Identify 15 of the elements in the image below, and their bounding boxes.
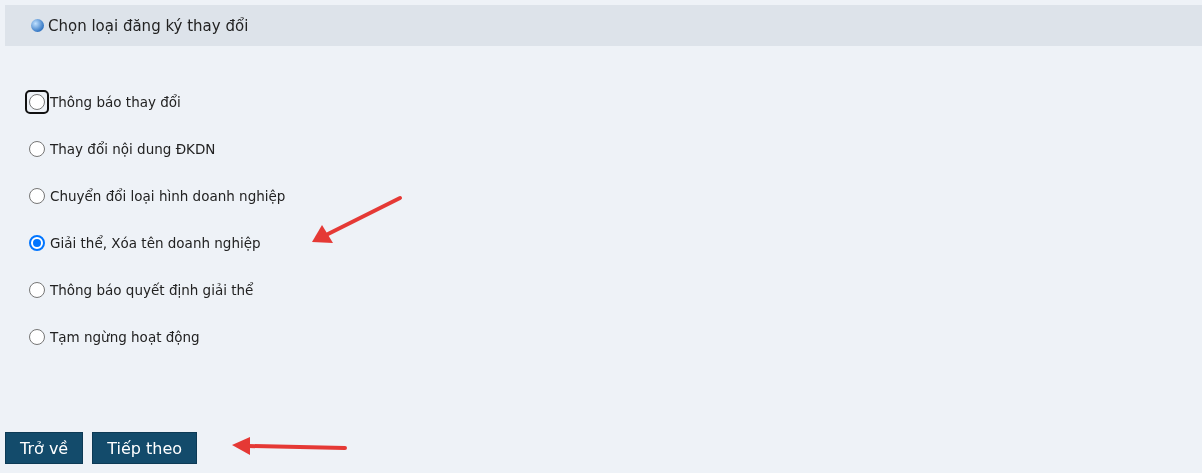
- back-button[interactable]: Trở về: [5, 432, 84, 464]
- option-label[interactable]: Thông báo quyết định giải thể: [50, 282, 254, 298]
- option-label[interactable]: Giải thể, Xóa tên doanh nghiệp: [50, 235, 261, 251]
- option-label[interactable]: Thay đổi nội dung ĐKDN: [50, 141, 216, 157]
- next-button[interactable]: Tiếp theo: [92, 432, 198, 464]
- radio-button[interactable]: [29, 282, 45, 298]
- radio-button[interactable]: [29, 235, 45, 251]
- info-icon: [31, 19, 44, 32]
- radio-button[interactable]: [29, 188, 45, 204]
- option-label[interactable]: Thông báo thay đổi: [50, 94, 181, 110]
- option-label[interactable]: Chuyển đổi loại hình doanh nghiệp: [50, 188, 286, 204]
- radio-button[interactable]: [29, 329, 45, 345]
- radio-button[interactable]: [29, 141, 45, 157]
- section-title: Chọn loại đăng ký thay đổi: [48, 16, 249, 35]
- option-label[interactable]: Tạm ngừng hoạt động: [50, 329, 200, 345]
